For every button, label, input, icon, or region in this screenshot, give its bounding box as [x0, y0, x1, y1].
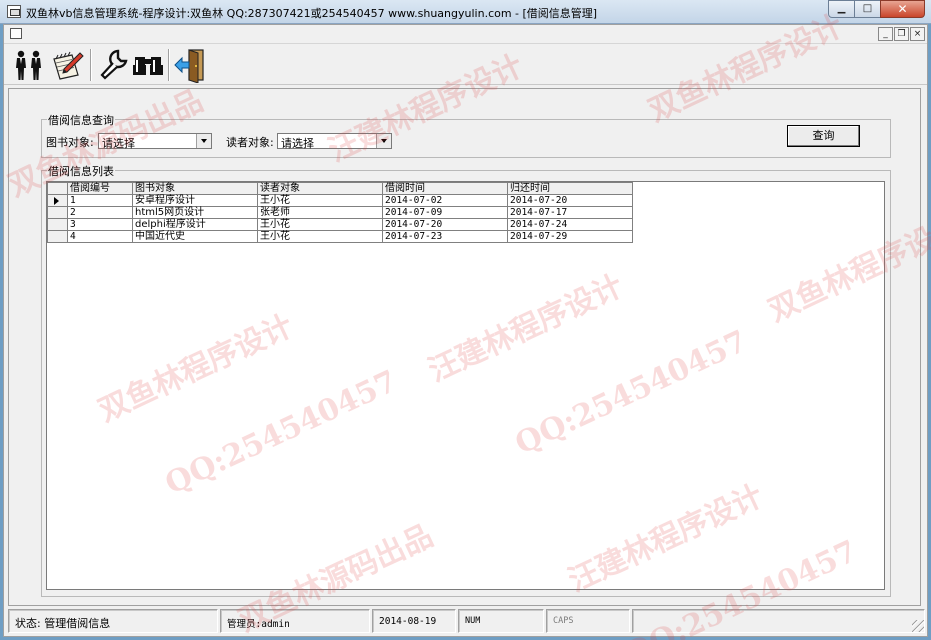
minimize-icon: ▁: [837, 3, 846, 14]
window-title: 双鱼林vb信息管理系统-程序设计:双鱼林 QQ:287307421或254540…: [26, 7, 598, 20]
row-indicator: [47, 218, 68, 231]
menubar: _ ❐ ×: [4, 25, 927, 44]
maximize-icon: □: [862, 3, 873, 14]
current-row-indicator: [47, 194, 68, 207]
cell-borrow-id[interactable]: 2: [67, 206, 133, 219]
status-extra: [632, 609, 925, 633]
mdi-client: _ ❐ × 借阅信息查询 图书对象: 请选择 读者对象: 请选择 查询 借阅信息…: [3, 24, 928, 637]
child-restore-button[interactable]: ❐: [894, 27, 909, 41]
status-caps: CAPS: [546, 609, 630, 633]
status-num: NUM: [458, 609, 544, 633]
borrow-data-grid[interactable]: 借阅编号 图书对象 读者对象 借阅时间 归还时间 1 安卓程序设计 王小花 20…: [46, 181, 885, 590]
window-controls: ▁ □ ✕: [828, 0, 925, 18]
column-header-borrow-id[interactable]: 借阅编号: [67, 182, 133, 195]
reader-select[interactable]: 请选择: [277, 133, 392, 150]
cell-borrow-id[interactable]: 4: [67, 230, 133, 243]
maximize-button[interactable]: □: [854, 0, 881, 18]
book-select[interactable]: 请选择: [98, 133, 212, 150]
binoculars-icon: [133, 57, 163, 75]
reader-management-button[interactable]: [12, 47, 48, 83]
cell-reader[interactable]: 王小花: [257, 218, 383, 231]
chevron-down-icon[interactable]: [196, 134, 211, 148]
child-minimize-button[interactable]: _: [878, 27, 893, 41]
child-window-controls: _ ❐ ×: [878, 27, 925, 41]
cell-borrow-time[interactable]: 2014-07-23: [382, 230, 508, 243]
table-row[interactable]: 4 中国近代史 王小花 2014-07-23 2014-07-29: [47, 230, 633, 243]
column-header-book[interactable]: 图书对象: [132, 182, 258, 195]
table-row[interactable]: 1 安卓程序设计 王小花 2014-07-02 2014-07-20: [47, 194, 633, 207]
table-row[interactable]: 2 html5网页设计 张老师 2014-07-09 2014-07-17: [47, 206, 633, 219]
cell-return-time[interactable]: 2014-07-20: [507, 194, 633, 207]
query-button[interactable]: 查询: [787, 125, 860, 147]
query-group-label: 借阅信息查询: [47, 112, 115, 128]
borrow-management-button[interactable]: [50, 47, 86, 83]
cell-reader[interactable]: 王小花: [257, 230, 383, 243]
chevron-down-icon[interactable]: [376, 134, 391, 148]
list-group-label: 借阅信息列表: [47, 163, 115, 179]
column-header-reader[interactable]: 读者对象: [257, 182, 383, 195]
settings-button[interactable]: [96, 47, 132, 83]
cell-borrow-time[interactable]: 2014-07-02: [382, 194, 508, 207]
resize-grip[interactable]: [912, 620, 924, 632]
exit-button[interactable]: [172, 47, 208, 84]
cell-return-time[interactable]: 2014-07-29: [507, 230, 633, 243]
cell-borrow-id[interactable]: 1: [67, 194, 133, 207]
cell-return-time[interactable]: 2014-07-24: [507, 218, 633, 231]
close-icon: ✕: [897, 2, 908, 16]
people-icon: [16, 50, 41, 80]
child-window-icon[interactable]: [10, 28, 22, 39]
reader-label: 读者对象:: [226, 136, 274, 149]
search-button[interactable]: [130, 47, 166, 83]
borrow-table: 借阅编号 图书对象 读者对象 借阅时间 归还时间 1 安卓程序设计 王小花 20…: [47, 182, 633, 243]
toolbar-separator: [168, 49, 170, 81]
status-state: 状态: 管理借阅信息: [8, 609, 218, 633]
wrench-icon: [100, 49, 128, 80]
cell-reader[interactable]: 王小花: [257, 194, 383, 207]
minimize-button[interactable]: ▁: [828, 0, 855, 18]
toolbar: [4, 45, 927, 85]
table-row[interactable]: 3 delphi程序设计 王小花 2014-07-20 2014-07-24: [47, 218, 633, 231]
cell-book[interactable]: 安卓程序设计: [132, 194, 258, 207]
cell-book[interactable]: 中国近代史: [132, 230, 258, 243]
cell-borrow-time[interactable]: 2014-07-09: [382, 206, 508, 219]
cell-borrow-id[interactable]: 3: [67, 218, 133, 231]
book-select-value: 请选择: [102, 137, 135, 150]
app-icon[interactable]: [7, 5, 21, 18]
column-header-return-time[interactable]: 归还时间: [507, 182, 633, 195]
column-header-borrow-time[interactable]: 借阅时间: [382, 182, 508, 195]
status-date: 2014-08-19: [372, 609, 456, 633]
borrow-info-form: 借阅信息查询 图书对象: 请选择 读者对象: 请选择 查询 借阅信息列表 借阅编…: [8, 88, 921, 606]
cell-return-time[interactable]: 2014-07-17: [507, 206, 633, 219]
cell-borrow-time[interactable]: 2014-07-20: [382, 218, 508, 231]
statusbar: 状态: 管理借阅信息 管理员:admin 2014-08-19 NUM CAPS: [8, 609, 925, 633]
table-header-row: 借阅编号 图书对象 读者对象 借阅时间 归还时间: [47, 182, 633, 195]
door-exit-icon: [174, 49, 204, 84]
child-close-button[interactable]: ×: [910, 27, 925, 41]
cell-reader[interactable]: 张老师: [257, 206, 383, 219]
close-button[interactable]: ✕: [880, 0, 925, 18]
row-indicator: [47, 230, 68, 243]
cell-book[interactable]: html5网页设计: [132, 206, 258, 219]
notepad-pen-icon: [53, 51, 84, 80]
reader-select-value: 请选择: [281, 137, 314, 150]
row-indicator: [47, 206, 68, 219]
row-indicator-header: [47, 182, 68, 195]
book-label: 图书对象:: [46, 136, 94, 149]
toolbar-separator: [90, 49, 92, 81]
cell-book[interactable]: delphi程序设计: [132, 218, 258, 231]
status-admin: 管理员:admin: [220, 609, 370, 633]
window-titlebar[interactable]: 双鱼林vb信息管理系统-程序设计:双鱼林 QQ:287307421或254540…: [0, 0, 931, 24]
